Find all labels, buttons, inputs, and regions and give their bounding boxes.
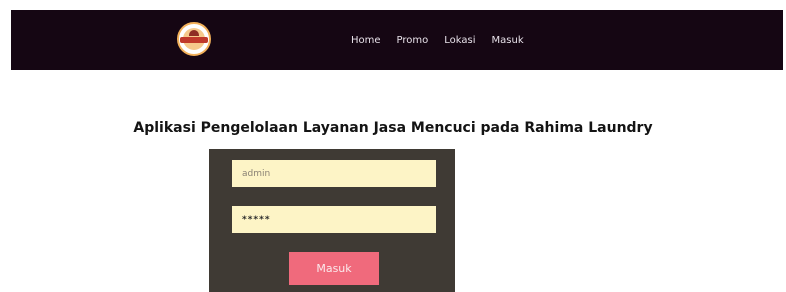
login-form: Masuk	[209, 149, 455, 292]
page: Home Promo Lokasi Masuk Aplikasi Pengelo…	[0, 0, 786, 292]
password-field[interactable]	[232, 206, 436, 233]
page-title-text: Aplikasi Pengelolaan Layanan Jasa Mencuc…	[133, 120, 653, 136]
nav-link-home[interactable]: Home	[351, 35, 381, 46]
nav-link-lokasi[interactable]: Lokasi	[444, 35, 475, 46]
laundry-logo-icon[interactable]	[177, 22, 211, 56]
username-field[interactable]	[232, 160, 436, 187]
login-submit-button[interactable]: Masuk	[289, 252, 379, 285]
logo-band	[180, 37, 208, 43]
nav-link-masuk[interactable]: Masuk	[492, 35, 524, 46]
nav-link-promo[interactable]: Promo	[397, 35, 429, 46]
logo-mark	[189, 30, 199, 36]
top-navbar: Home Promo Lokasi Masuk	[11, 10, 783, 70]
nav-menu: Home Promo Lokasi Masuk	[351, 10, 524, 70]
page-title: Aplikasi Pengelolaan Layanan Jasa Mencuc…	[0, 120, 786, 136]
